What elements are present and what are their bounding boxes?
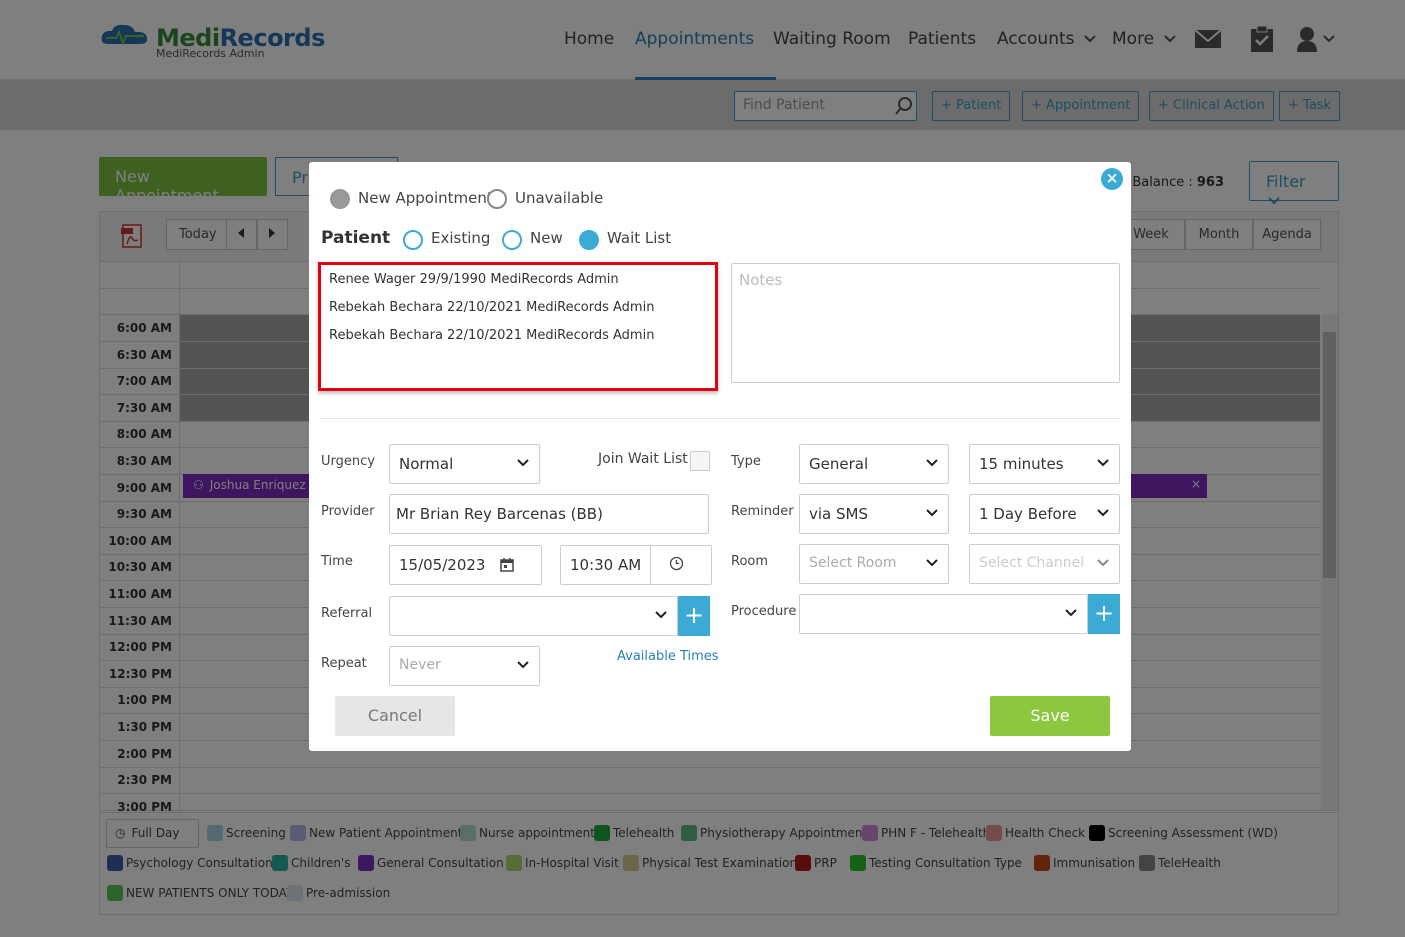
radio-unavailable[interactable] [487,189,507,209]
existing-option-label: Existing [431,229,491,247]
radio-wait-list[interactable] [579,230,599,250]
clock-icon[interactable] [669,556,684,571]
urgency-select[interactable]: Normal [389,444,540,484]
time-value: 10:30 AM [570,556,642,574]
time-input[interactable]: 10:30 AM [560,545,712,585]
room-select[interactable]: Select Room [799,544,949,584]
procedure-label: Procedure [731,604,797,619]
reminder-timing-select[interactable]: 1 Day Before [969,494,1120,534]
chevron-down-icon [1097,559,1109,567]
radio-new-patient[interactable] [502,230,522,250]
chevron-down-icon [517,459,529,467]
type-value: General [809,455,869,473]
type-select[interactable]: General [799,444,949,484]
provider-label: Provider [321,504,375,519]
room-label: Room [731,554,769,569]
repeat-select[interactable]: Never [389,646,540,686]
notes-textarea[interactable]: Notes [731,263,1120,383]
reminder-timing-value: 1 Day Before [979,505,1077,523]
calendar-icon[interactable] [500,557,514,572]
plus-icon: + [683,601,705,629]
date-input[interactable]: 15/05/2023 [389,545,542,585]
unavailable-option-label: Unavailable [515,189,604,207]
patient-section-label: Patient [321,228,391,248]
provider-input[interactable]: Mr Brian Rey Barcenas (BB) [389,494,709,534]
wait-list-patient-list: Renee Wager 29/9/1990 MediRecords Admin … [318,262,718,391]
channel-select[interactable]: Select Channel [969,544,1120,584]
wait-list-item[interactable]: Rebekah Bechara 22/10/2021 MediRecords A… [329,299,707,327]
plus-icon: + [1093,599,1115,627]
chevron-down-icon [655,611,667,619]
reminder-label: Reminder [731,504,794,519]
chevron-down-icon [1097,509,1109,517]
chevron-down-icon [926,509,938,517]
type-label: Type [731,454,761,469]
time-input-divider [650,546,651,584]
duration-select[interactable]: 15 minutes [969,444,1120,484]
new-option-label: New [530,229,563,247]
reminder-value: via SMS [809,505,868,523]
referral-label: Referral [321,606,373,621]
add-procedure-button[interactable]: + [1088,594,1120,634]
wait-list-item[interactable]: Renee Wager 29/9/1990 MediRecords Admin [329,271,707,299]
wait-list-option-label: Wait List [607,229,672,247]
urgency-label: Urgency [321,454,375,469]
chevron-down-icon [517,661,529,669]
room-placeholder: Select Room [809,555,897,571]
reminder-select[interactable]: via SMS [799,494,949,534]
radio-new-appointment[interactable] [330,189,350,209]
join-wait-list-label: Join Wait List [598,451,688,467]
chevron-down-icon [1097,459,1109,467]
repeat-label: Repeat [321,656,367,671]
close-icon: × [1105,169,1119,187]
procedure-select[interactable] [799,594,1088,634]
channel-placeholder: Select Channel [979,555,1085,571]
new-appointment-option-label: New Appointment [358,189,493,207]
referral-select[interactable] [389,596,678,636]
modal-close-button[interactable]: × [1101,168,1123,190]
chevron-down-icon [926,559,938,567]
duration-value: 15 minutes [979,455,1064,473]
add-referral-button[interactable]: + [678,596,710,636]
cancel-button[interactable]: Cancel [335,696,455,736]
modal-divider [320,418,1120,419]
wait-list-item[interactable]: Rebekah Bechara 22/10/2021 MediRecords A… [329,327,707,355]
chevron-down-icon [1065,609,1077,617]
repeat-value: Never [399,657,441,673]
chevron-down-icon [926,459,938,467]
radio-existing-patient[interactable] [403,230,423,250]
time-label: Time [321,554,353,569]
join-wait-list-checkbox[interactable] [690,451,710,471]
urgency-value: Normal [399,455,454,473]
save-button[interactable]: Save [990,696,1110,736]
available-times-link[interactable]: Available Times [617,649,719,664]
date-value: 15/05/2023 [399,556,486,574]
